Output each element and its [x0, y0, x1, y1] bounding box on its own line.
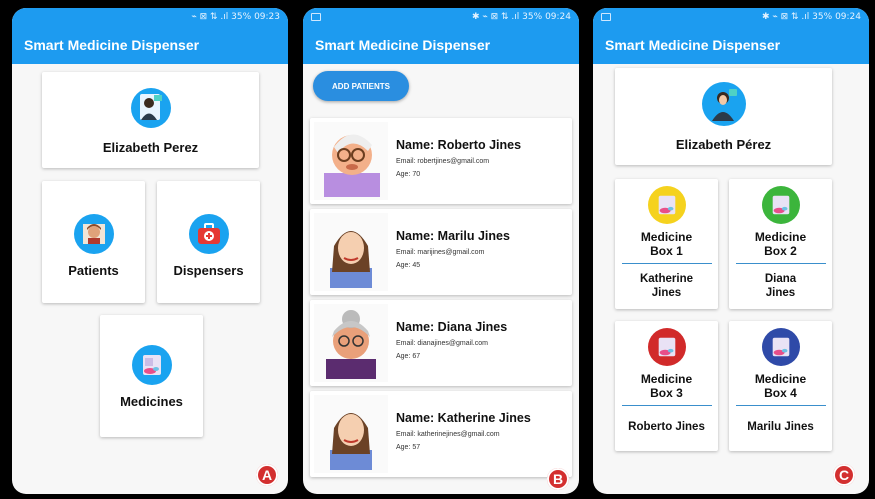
- patient-age: Age: 67: [396, 353, 421, 360]
- patient-email: Email: dianajines@gmail.com: [396, 340, 488, 347]
- elderly-man-avatar-icon: [314, 122, 388, 200]
- medicine-box-card-3[interactable]: Medicine Box 3 Roberto Jines: [615, 321, 718, 451]
- app-title: Smart Medicine Dispenser: [24, 37, 200, 53]
- battery-level: 35%: [522, 12, 543, 22]
- doctor-icon: [701, 82, 746, 126]
- app-bar: Smart Medicine Dispenser: [303, 26, 579, 64]
- patients-card[interactable]: Patients: [42, 181, 145, 303]
- battery-level: 35%: [812, 12, 833, 22]
- woman-avatar-icon: [314, 395, 388, 473]
- status-time: 09:24: [835, 12, 861, 22]
- divider: [621, 405, 712, 406]
- divider: [621, 263, 712, 264]
- user-profile-card[interactable]: Elizabeth Perez: [42, 72, 259, 168]
- medicines-label: Medicines: [120, 394, 183, 409]
- patient-icon: [73, 214, 114, 254]
- app-title: Smart Medicine Dispenser: [605, 37, 781, 53]
- status-icons: ✱ ⌁ ⊠ ⇅ .ıl: [761, 12, 810, 22]
- patient-age: Age: 70: [396, 171, 421, 178]
- add-patients-button[interactable]: ADD PATIENTS: [313, 71, 409, 101]
- divider: [735, 405, 826, 406]
- patient-email: Email: marijines@gmail.com: [396, 249, 485, 256]
- user-name: Elizabeth Perez: [102, 140, 199, 155]
- box-name: Medicine Box 3: [640, 372, 693, 400]
- box-name: Medicine Box 4: [754, 372, 807, 400]
- app-title: Smart Medicine Dispenser: [315, 37, 491, 53]
- status-bar: ✱ ⌁ ⊠ ⇅ .ıl 35% 09:24: [303, 8, 579, 26]
- dispensers-label: Dispensers: [173, 263, 244, 278]
- status-time: 09:24: [545, 12, 571, 22]
- patient-card-diana[interactable]: Name: Diana Jines Email: dianajines@gmai…: [310, 300, 572, 386]
- medicine-box-icon: [761, 328, 800, 366]
- status-icons: ✱ ⌁ ⊠ ⇅ .ıl: [471, 12, 520, 22]
- screen-a: ⌁ ⊠ ⇅ .ıl 35% 09:23 Smart Medicine Dispe…: [12, 8, 288, 494]
- app-bar: Smart Medicine Dispenser: [12, 26, 288, 64]
- status-time: 09:23: [254, 12, 280, 22]
- assigned-patient: Roberto Jines: [628, 421, 705, 433]
- patient-card-katherine[interactable]: Name: Katherine Jines Email: katherineji…: [310, 391, 572, 477]
- medicine-box-icon: [131, 345, 172, 385]
- woman-avatar-icon: [314, 213, 388, 291]
- patient-name: Name: Diana Jines: [396, 320, 508, 334]
- user-profile-card[interactable]: Elizabeth Pérez: [615, 68, 832, 165]
- patient-card-roberto[interactable]: Name: Roberto Jines Email: robertjines@g…: [310, 118, 572, 204]
- screen-c: ✱ ⌁ ⊠ ⇅ .ıl 35% 09:24 Smart Medicine Dis…: [593, 8, 869, 494]
- medicine-box-icon: [761, 186, 800, 224]
- patient-email: Email: robertjines@gmail.com: [396, 158, 490, 165]
- medicine-box-icon: [647, 186, 686, 224]
- patient-name: Name: Marilu Jines: [396, 229, 510, 243]
- medicines-card[interactable]: Medicines: [100, 315, 203, 437]
- assigned-patient: Marilu Jines: [747, 421, 814, 433]
- assigned-patient: Diana Jines: [764, 273, 797, 299]
- gallery-icon: [311, 13, 321, 21]
- medicine-box-card-2[interactable]: Medicine Box 2 Diana Jines: [729, 179, 832, 309]
- patients-label: Patients: [68, 263, 119, 278]
- status-icons: ⌁ ⊠ ⇅ .ıl: [191, 12, 229, 22]
- status-bar: ⌁ ⊠ ⇅ .ıl 35% 09:23: [12, 8, 288, 26]
- first-aid-kit-icon: [188, 214, 229, 254]
- doctor-icon: [130, 88, 171, 128]
- screen-b: ✱ ⌁ ⊠ ⇅ .ıl 35% 09:24 Smart Medicine Dis…: [303, 8, 579, 494]
- patient-age: Age: 57: [396, 444, 421, 451]
- elderly-woman-avatar-icon: [314, 304, 388, 382]
- medicine-box-card-4[interactable]: Medicine Box 4 Marilu Jines: [729, 321, 832, 451]
- screen-marker-c: C: [833, 464, 855, 486]
- gallery-icon: [601, 13, 611, 21]
- patient-name: Name: Katherine Jines: [396, 411, 531, 425]
- user-name: Elizabeth Pérez: [675, 137, 772, 152]
- box-name: Medicine Box 1: [640, 230, 693, 258]
- patient-name: Name: Roberto Jines: [396, 138, 522, 152]
- patient-age: Age: 45: [396, 262, 421, 269]
- medicine-box-card-1[interactable]: Medicine Box 1 Katherine Jines: [615, 179, 718, 309]
- assigned-patient: Katherine Jines: [639, 273, 694, 299]
- box-name: Medicine Box 2: [754, 230, 807, 258]
- app-bar: Smart Medicine Dispenser: [593, 26, 869, 64]
- status-bar: ✱ ⌁ ⊠ ⇅ .ıl 35% 09:24: [593, 8, 869, 26]
- divider: [735, 263, 826, 264]
- screen-marker-a: A: [256, 464, 278, 486]
- patient-card-marilu[interactable]: Name: Marilu Jines Email: marijines@gmai…: [310, 209, 572, 295]
- medicine-box-icon: [647, 328, 686, 366]
- screen-marker-b: B: [547, 468, 569, 490]
- dispensers-card[interactable]: Dispensers: [157, 181, 260, 303]
- battery-level: 35%: [231, 12, 252, 22]
- patient-email: Email: katherinejines@gmail.com: [396, 431, 500, 438]
